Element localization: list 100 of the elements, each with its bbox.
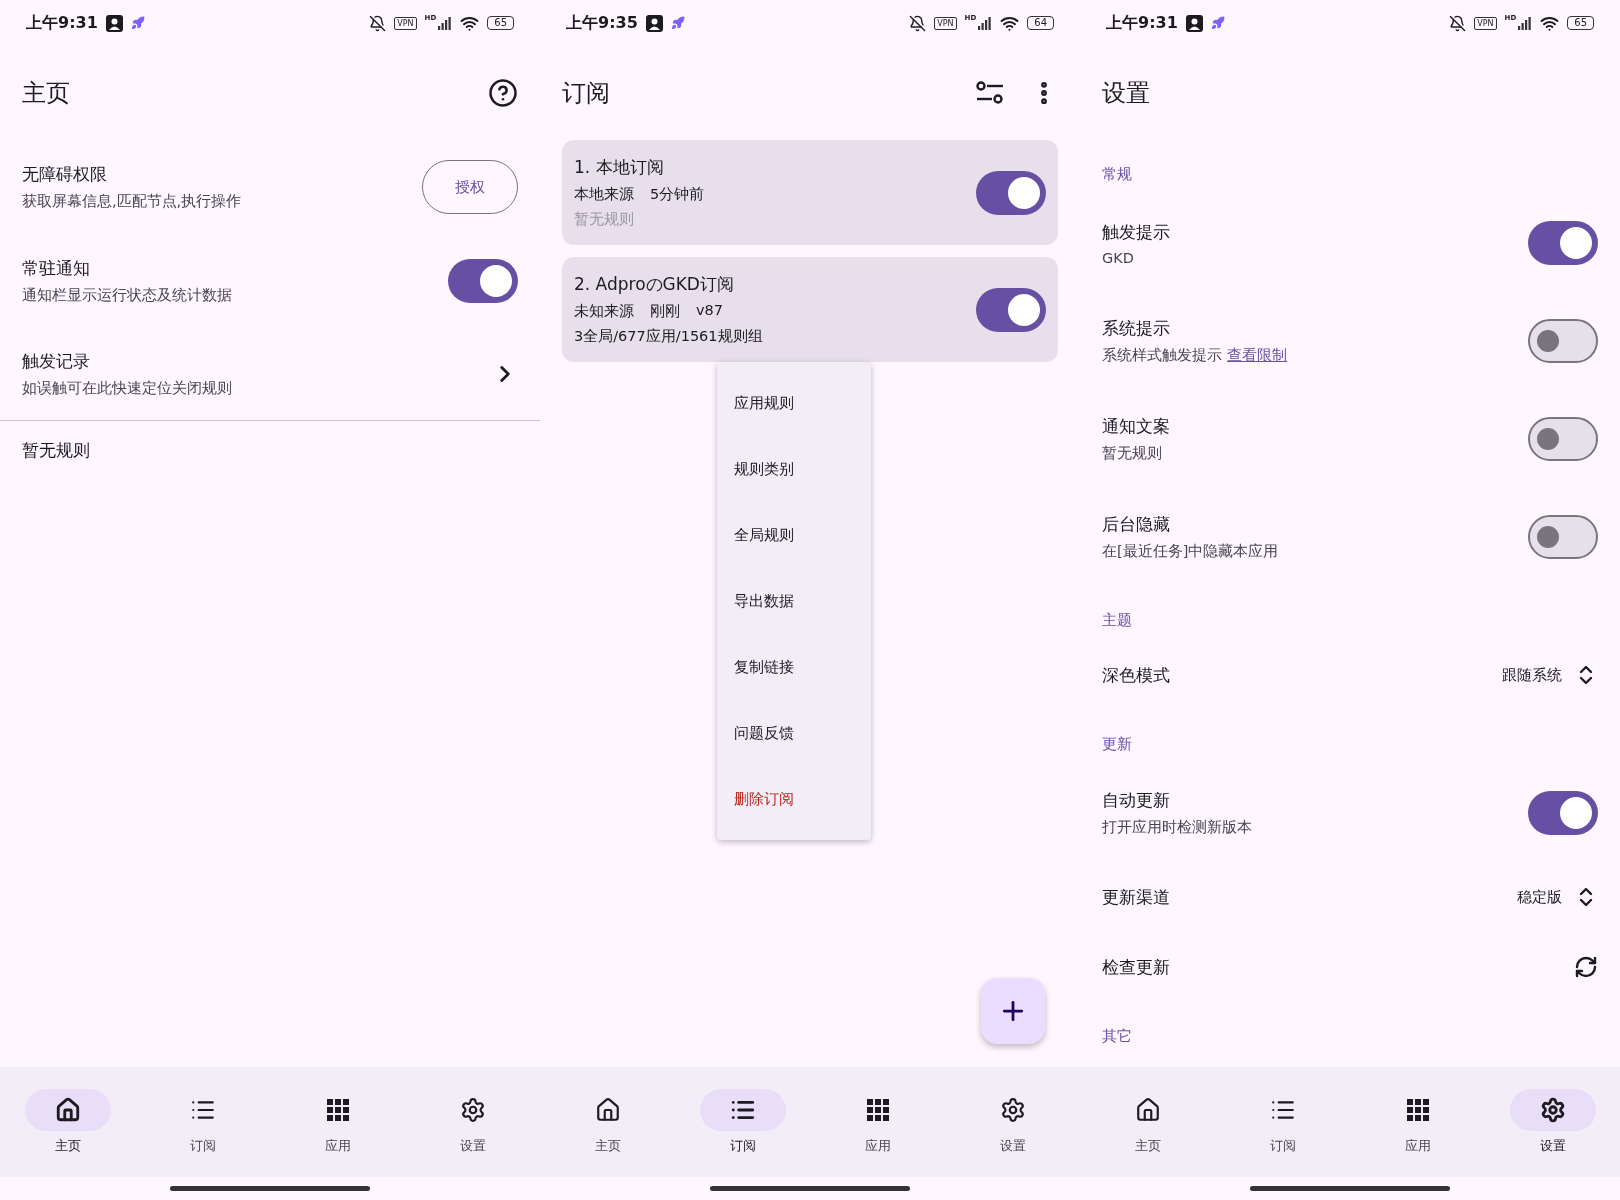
menu-item[interactable]: 问题反馈 (717, 700, 871, 766)
mute-icon (1449, 14, 1467, 32)
setting-title: 检查更新 (1102, 955, 1171, 979)
setting-title: 更新渠道 (1102, 885, 1171, 909)
toggle-switch[interactable] (1528, 221, 1598, 265)
menu-item[interactable]: 删除订阅 (717, 766, 871, 832)
screen-title: 订阅 (562, 78, 611, 109)
menu-item[interactable]: 复制链接 (717, 634, 871, 700)
vpn-indicator: VPN (394, 16, 417, 30)
person-badge-icon (105, 14, 123, 32)
signal-icon (438, 16, 453, 30)
battery-indicator: 65 (1567, 16, 1594, 30)
menu-item[interactable]: 规则类别 (717, 436, 871, 502)
toggle-switch[interactable] (1528, 319, 1598, 363)
toggle-switch[interactable] (976, 287, 1046, 332)
card-summary: 暂无规则 (574, 210, 635, 229)
grid-icon (326, 1099, 349, 1121)
setting-title: 自动更新 (1102, 789, 1171, 812)
help-icon[interactable] (488, 78, 518, 108)
nav-label: 订阅 (1269, 1137, 1296, 1155)
row-title: 触发记录 (22, 350, 91, 373)
status-time: 上午9:35 (566, 12, 638, 34)
card-summary: 3全局/677应用/1561规则组 (574, 327, 764, 346)
section-header: 更新 (1101, 734, 1133, 755)
row-subtitle: 通知栏显示运行状态及统计数据 (22, 286, 233, 305)
setting-title: 通知文案 (1102, 415, 1171, 438)
home-icon (54, 1097, 81, 1123)
refresh-icon[interactable] (1574, 955, 1598, 979)
row-subtitle: 如误触可在此快速定位关闭规则 (22, 379, 233, 398)
nav-label: 订阅 (729, 1137, 756, 1155)
section-header: 常规 (1101, 164, 1133, 185)
nav-label: 主页 (54, 1137, 81, 1155)
menu-item[interactable]: 导出数据 (717, 568, 871, 634)
nav-tab[interactable] (1509, 1089, 1596, 1131)
card-meta: 本地来源 (574, 185, 634, 204)
menu-item[interactable]: 全局规则 (717, 502, 871, 568)
setting-title: 后台隐藏 (1102, 513, 1171, 536)
rocket-icon (670, 16, 685, 30)
filter-icon[interactable] (976, 81, 1004, 105)
setting-subtitle: 暂无规则 (1102, 444, 1163, 463)
screen-title: 设置 (1102, 78, 1151, 109)
battery-indicator: 65 (487, 16, 514, 30)
menu-item[interactable]: 应用规则 (717, 370, 871, 436)
grid-icon (1406, 1099, 1429, 1121)
subscription-card[interactable]: 2. AdproのGKD订阅 未知来源 刚刚 v87 3全局/677应用/1561规则组 (562, 257, 1058, 362)
card-meta: v87 (696, 302, 724, 320)
card-title: 1. 本地订阅 (574, 156, 665, 179)
rocket-icon (1210, 16, 1225, 30)
nav-label: 主页 (1134, 1137, 1161, 1155)
section-header: 主题 (1101, 610, 1133, 631)
nav-label: 设置 (1539, 1137, 1566, 1155)
subscription-card[interactable]: 1. 本地订阅 本地来源 5分钟前 暂无规则 (562, 140, 1058, 245)
status-time: 上午9:31 (1106, 12, 1178, 34)
empty-message: 暂无规则 (21, 439, 91, 462)
nav-tab[interactable] (699, 1089, 786, 1131)
nav-label: 应用 (324, 1137, 351, 1155)
nav-label: 设置 (999, 1137, 1026, 1155)
signal-icon (978, 16, 993, 30)
section-header: 其它 (1101, 1026, 1133, 1047)
home-icon (594, 1097, 621, 1123)
settings-icon (999, 1097, 1026, 1123)
vpn-indicator: VPN (934, 16, 957, 30)
mute-icon (909, 14, 927, 32)
grid-icon (866, 1099, 889, 1121)
setting-subtitle: 打开应用时检测新版本 (1102, 818, 1253, 837)
row-subtitle: 获取屏幕信息,匹配节点,执行操作 (22, 192, 243, 211)
settings-icon (459, 1097, 486, 1123)
setting-value[interactable]: 稳定版 (1517, 887, 1562, 907)
nav-tab[interactable] (24, 1089, 111, 1131)
toggle-switch[interactable] (1528, 515, 1598, 559)
setting-subtitle: 系统样式触发提示 查看限制 (1102, 346, 1288, 365)
signal-icon (1518, 16, 1533, 30)
toggle-switch[interactable] (448, 259, 518, 303)
mute-icon (369, 14, 387, 32)
add-button[interactable] (981, 978, 1045, 1044)
nav-label: 主页 (594, 1137, 621, 1155)
toggle-switch[interactable] (1528, 791, 1598, 835)
limits-link[interactable]: 查看限制 (1227, 347, 1287, 363)
card-title: 2. AdproのGKD订阅 (574, 273, 735, 296)
settings-icon (1539, 1097, 1566, 1123)
person-badge-icon (645, 14, 663, 32)
card-meta: 未知来源 (574, 302, 634, 321)
screen-title: 主页 (22, 78, 71, 109)
row-title: 常驻通知 (22, 257, 91, 280)
home-icon (1134, 1097, 1161, 1123)
setting-value[interactable]: 跟随系统 (1502, 665, 1562, 685)
person-badge-icon (1185, 14, 1203, 32)
setting-title: 深色模式 (1102, 663, 1171, 687)
card-meta: 刚刚 (650, 302, 680, 321)
nav-label: 设置 (459, 1137, 486, 1155)
toggle-switch[interactable] (976, 170, 1046, 215)
setting-subtitle: GKD (1102, 249, 1135, 266)
toggle-switch[interactable] (1528, 417, 1598, 461)
nav-label: 应用 (864, 1137, 891, 1155)
vpn-indicator: VPN (1474, 16, 1497, 30)
status-time: 上午9:31 (26, 12, 98, 34)
rocket-icon (130, 16, 145, 30)
battery-indicator: 64 (1027, 16, 1054, 30)
setting-title: 触发提示 (1102, 220, 1171, 244)
card-meta: 5分钟前 (650, 185, 705, 204)
